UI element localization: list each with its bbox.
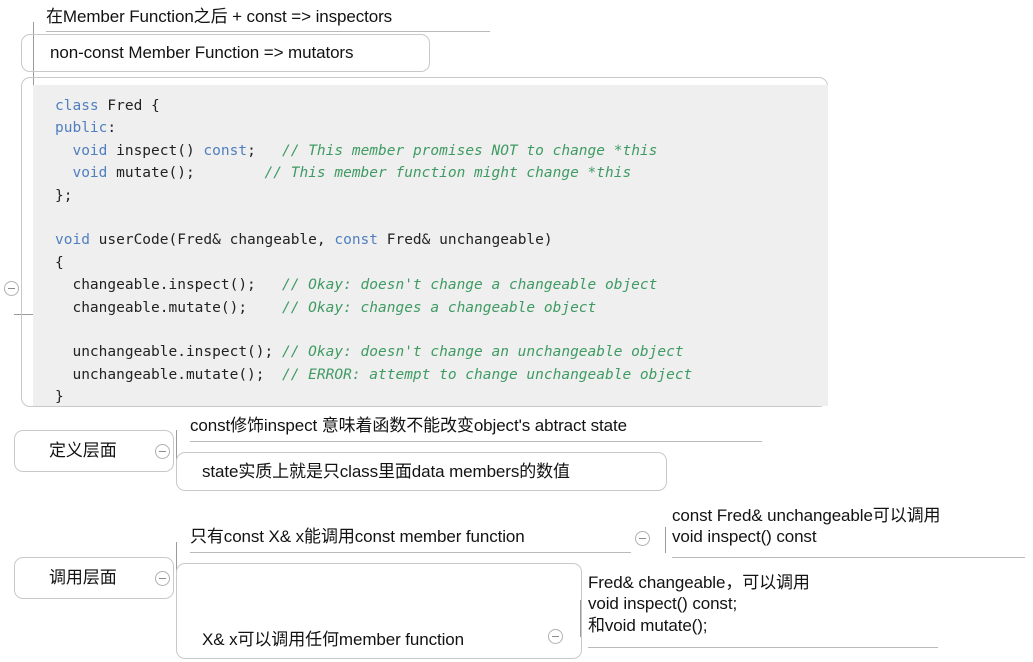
topic-invocation-child-1-detail[interactable]: const Fred& unchangeable可以调用 void inspec… [672, 503, 1025, 558]
invocation-child-2-detail-trunk [580, 600, 581, 637]
invocation-level-collapse-toggle[interactable] [155, 571, 170, 586]
topic-invocation-child-2[interactable]: X& x可以调用任何member function [176, 563, 582, 659]
invocation-child-2-detail-line1: Fred& changeable，可以调用 [588, 573, 810, 592]
invocation-child-2-detail-line2: void inspect() const; [588, 594, 738, 614]
topic-invocation-child-1[interactable]: 只有const X& x能调用const member function [190, 522, 631, 553]
invocation-child-1-detail-trunk [665, 527, 666, 553]
topic-definition-child-2[interactable]: state实质上就是只class里面data members的数值 [176, 452, 667, 491]
code-block: class Fred { public: void inspect() cons… [33, 85, 828, 406]
invocation-child-1-detail-line2: void inspect() const [672, 527, 817, 547]
root-collapse-toggle[interactable] [4, 281, 19, 296]
invocation-child-2-detail-line3: 和void mutate(); [588, 615, 708, 635]
topic-invocation-child-2-label: X& x可以调用任何member function [202, 629, 465, 649]
invocation-child-1-detail-line1: const Fred& unchangeable可以调用 [672, 506, 941, 525]
invocation-child-1-collapse-toggle[interactable] [635, 531, 650, 546]
topic-invocation-child-2-detail[interactable]: Fred& changeable，可以调用 void inspect() con… [588, 570, 938, 648]
topic-definition-child-2-label: state实质上就是只class里面data members的数值 [202, 461, 570, 481]
topic-mutators[interactable]: non-const Member Function => mutators [21, 34, 430, 72]
mindmap-canvas: 在Member Function之后 + const => inspectors… [0, 0, 1033, 662]
topic-definition-child-1-label: const修饰inspect 意味着函数不能改变object's abtract… [190, 416, 628, 436]
topic-invocation-child-1-label: 只有const X& x能调用const member function [190, 527, 525, 547]
topic-definition-level-label: 定义层面 [49, 441, 117, 461]
invocation-child-2-collapse-toggle[interactable] [548, 629, 563, 644]
topic-definition-level[interactable]: 定义层面 [14, 430, 174, 472]
topic-inspectors[interactable]: 在Member Function之后 + const => inspectors [46, 2, 490, 32]
code-text: class Fred { public: void inspect() cons… [55, 98, 693, 406]
topic-inspectors-label: 在Member Function之后 + const => inspectors [46, 6, 393, 26]
topic-mutators-label: non-const Member Function => mutators [50, 43, 354, 63]
definition-level-collapse-toggle[interactable] [155, 444, 170, 459]
topic-definition-child-1[interactable]: const修饰inspect 意味着函数不能改变object's abtract… [190, 411, 762, 442]
topic-invocation-level[interactable]: 调用层面 [14, 557, 174, 599]
topic-invocation-level-label: 调用层面 [49, 568, 117, 588]
